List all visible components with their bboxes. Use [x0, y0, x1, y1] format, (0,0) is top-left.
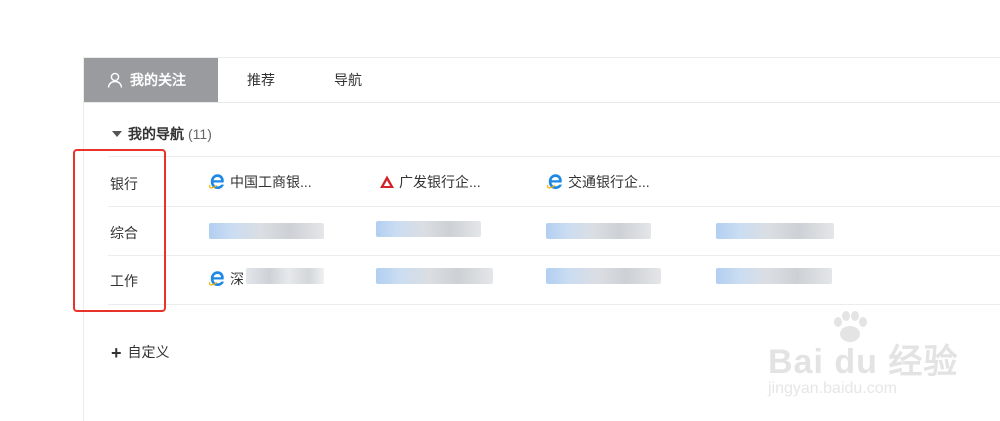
- link-icbc-label: 中国工商银...: [230, 174, 312, 190]
- link-bocom-label: 交通银行企...: [568, 174, 650, 190]
- ie-icon: [547, 174, 562, 189]
- row-divider: [108, 156, 1000, 157]
- link-guangfa[interactable]: 广发银行企...: [379, 172, 481, 192]
- ie-icon: [209, 271, 224, 286]
- link-work-1[interactable]: 深: [209, 269, 244, 289]
- plus-icon: +: [111, 343, 122, 363]
- person-icon: [107, 72, 123, 88]
- add-custom-button[interactable]: + 自定义: [111, 342, 170, 364]
- section-count: (11): [188, 126, 212, 142]
- baidu-jingyan-watermark: Bai du 经验 jingyan.baidu.com: [760, 308, 1000, 420]
- guangfa-bank-icon: [380, 175, 394, 188]
- link-bocom[interactable]: 交通银行企...: [547, 172, 650, 192]
- blurred-link[interactable]: [376, 221, 481, 237]
- blurred-link[interactable]: [246, 268, 324, 284]
- ie-icon: [209, 174, 224, 189]
- link-icbc[interactable]: 中国工商银...: [209, 172, 312, 192]
- tab-recommend[interactable]: 推荐: [247, 58, 275, 102]
- tab-navigation[interactable]: 导航: [334, 58, 362, 102]
- tab-bar: 我的关注 推荐 导航: [84, 58, 1000, 103]
- watermark-brand: Bai du 经验: [768, 343, 959, 381]
- blurred-link[interactable]: [716, 268, 832, 284]
- section-header[interactable]: 我的导航 (11): [112, 124, 212, 144]
- tab-my-follow[interactable]: 我的关注: [84, 58, 218, 102]
- blurred-link[interactable]: [209, 223, 324, 239]
- section-title: 我的导航: [128, 126, 184, 142]
- category-highlight-box: [73, 149, 166, 312]
- tab-my-follow-label: 我的关注: [130, 72, 186, 88]
- blurred-link[interactable]: [716, 223, 834, 239]
- row-divider: [108, 304, 1000, 305]
- link-work-1-label: 深: [230, 271, 244, 287]
- blurred-link[interactable]: [376, 268, 493, 284]
- caret-down-icon: [112, 131, 122, 137]
- row-divider: [108, 255, 1000, 256]
- row-divider: [108, 206, 1000, 207]
- add-custom-label: 自定义: [127, 344, 170, 360]
- link-guangfa-label: 广发银行企...: [399, 174, 481, 190]
- blurred-link[interactable]: [546, 223, 651, 239]
- blurred-link[interactable]: [546, 268, 661, 284]
- watermark-url: jingyan.baidu.com: [768, 380, 897, 397]
